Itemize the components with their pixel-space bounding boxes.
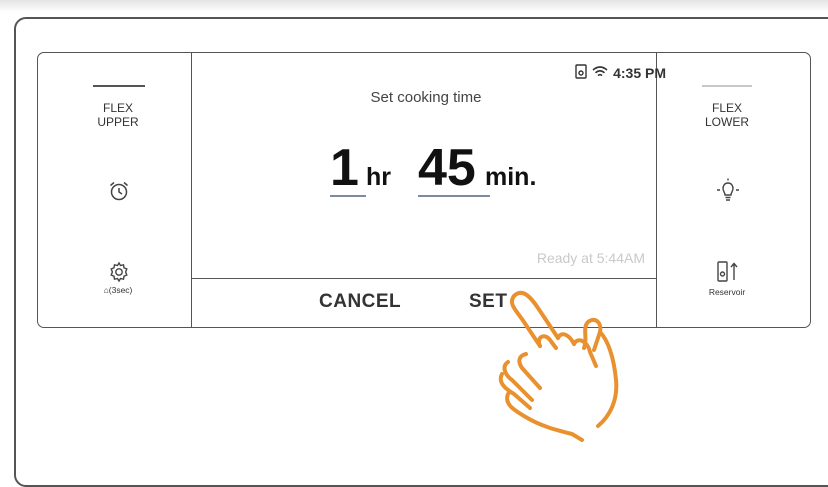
minutes-value[interactable]: 45	[418, 142, 476, 194]
cancel-button[interactable]: CANCEL	[319, 291, 401, 313]
minutes-unit: min.	[485, 163, 537, 191]
alarm-clock-icon[interactable]	[107, 179, 131, 208]
settings-caption: ⌂(3sec)	[103, 285, 133, 295]
reservoir-icon[interactable]	[716, 260, 742, 289]
minutes-underline	[418, 195, 490, 197]
right-divider	[656, 53, 657, 327]
hours-value[interactable]: 1	[330, 142, 359, 194]
upper-indicator-bar	[93, 85, 145, 87]
flex-upper-button[interactable]: FLEX UPPER	[58, 101, 178, 129]
hours-underline	[330, 195, 366, 197]
top-shadow	[0, 0, 828, 12]
hours-unit: hr	[366, 163, 391, 191]
wifi-icon	[592, 65, 608, 81]
tap-hand-icon	[478, 270, 648, 450]
left-divider	[191, 53, 192, 327]
lower-indicator-bar	[702, 85, 752, 87]
prompt-text: Set cooking time	[370, 89, 482, 106]
reservoir-label: Reservoir	[708, 287, 746, 297]
ready-time-text: Ready at 5:44AM	[536, 250, 645, 266]
door-lock-icon	[575, 64, 587, 82]
light-bulb-icon[interactable]	[715, 178, 741, 211]
clock-time: 4:35 PM	[613, 65, 666, 81]
status-bar: 4:35 PM	[575, 64, 666, 82]
flex-lower-button[interactable]: FLEX LOWER	[667, 101, 787, 129]
